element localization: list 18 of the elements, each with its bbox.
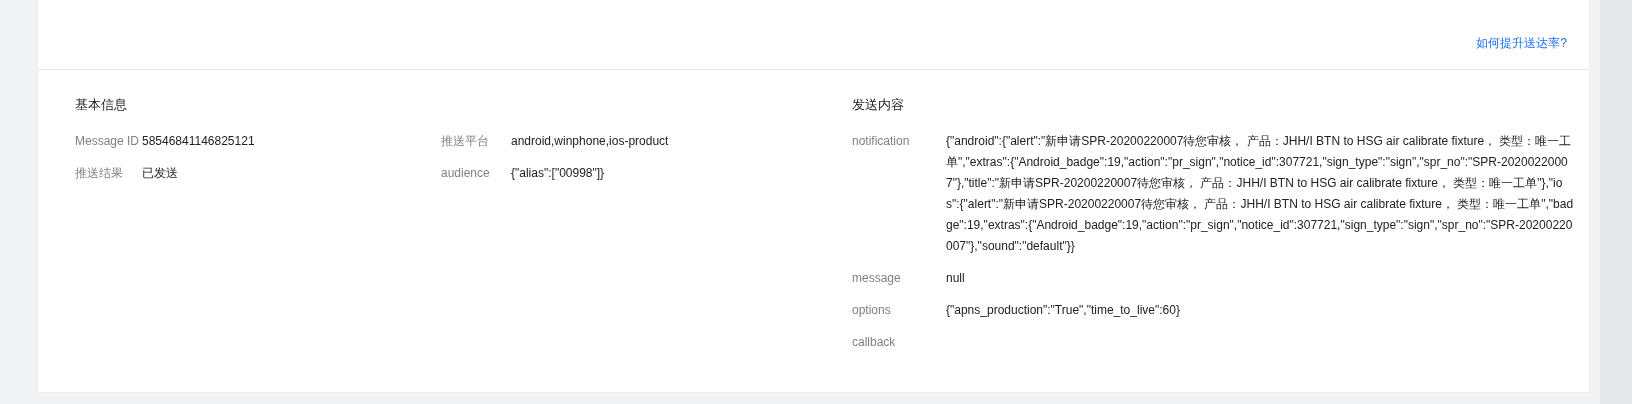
field-value: {"android":{"alert":"新申请SPR-20200220007待您审核， 产品：JHH/I BTN to HSG air calibrate fixture， 类型：唯一工单","extras":{"Android_badge":19,"action":"pr_sign","notice_id":307721,"sign_type":"sign","spr_no":"SPR-20200220007"},"title":"新申请SPR-20200220007待您审核， 产品：JHH/I BTN to HSG air calibrate fixture， 类型：唯一工单"},"ios":{"alert":"新申请SPR-20200220007待您审核， 产品：JHH/I BTN to HSG air calibrate fixture， 类型：唯一工单","badge":19,"extras":{"Android_badge":19,"action":"pr_sign","notice_id":307721,"sign_type":"sign","spr_no":"SPR-20200220007"},"sound":"default"}}: [946, 133, 1575, 255]
field-label: audience: [441, 165, 491, 182]
field-value: {"apns_production":"True","time_to_live":60}: [946, 302, 1180, 319]
field-value: 58546841146825121: [142, 133, 255, 150]
section-title: 基本信息: [75, 96, 128, 114]
field-value: {"alias":["00998"]}: [511, 165, 605, 182]
field-label: 推送结果: [75, 165, 124, 182]
field-label: Message ID: [75, 133, 141, 150]
field-label: callback: [852, 334, 897, 351]
delivery-rate-link[interactable]: 如何提升送达率?: [1476, 34, 1567, 52]
section-title: 发送内容: [852, 96, 905, 114]
field-label: notification: [852, 133, 911, 150]
field-label: 推送平台: [441, 133, 490, 150]
field-value: null: [946, 270, 965, 287]
field-label: options: [852, 302, 892, 319]
field-value: android,winphone,ios-product: [511, 133, 669, 150]
field-value: 已发送: [142, 165, 178, 182]
field-label: message: [852, 270, 902, 287]
